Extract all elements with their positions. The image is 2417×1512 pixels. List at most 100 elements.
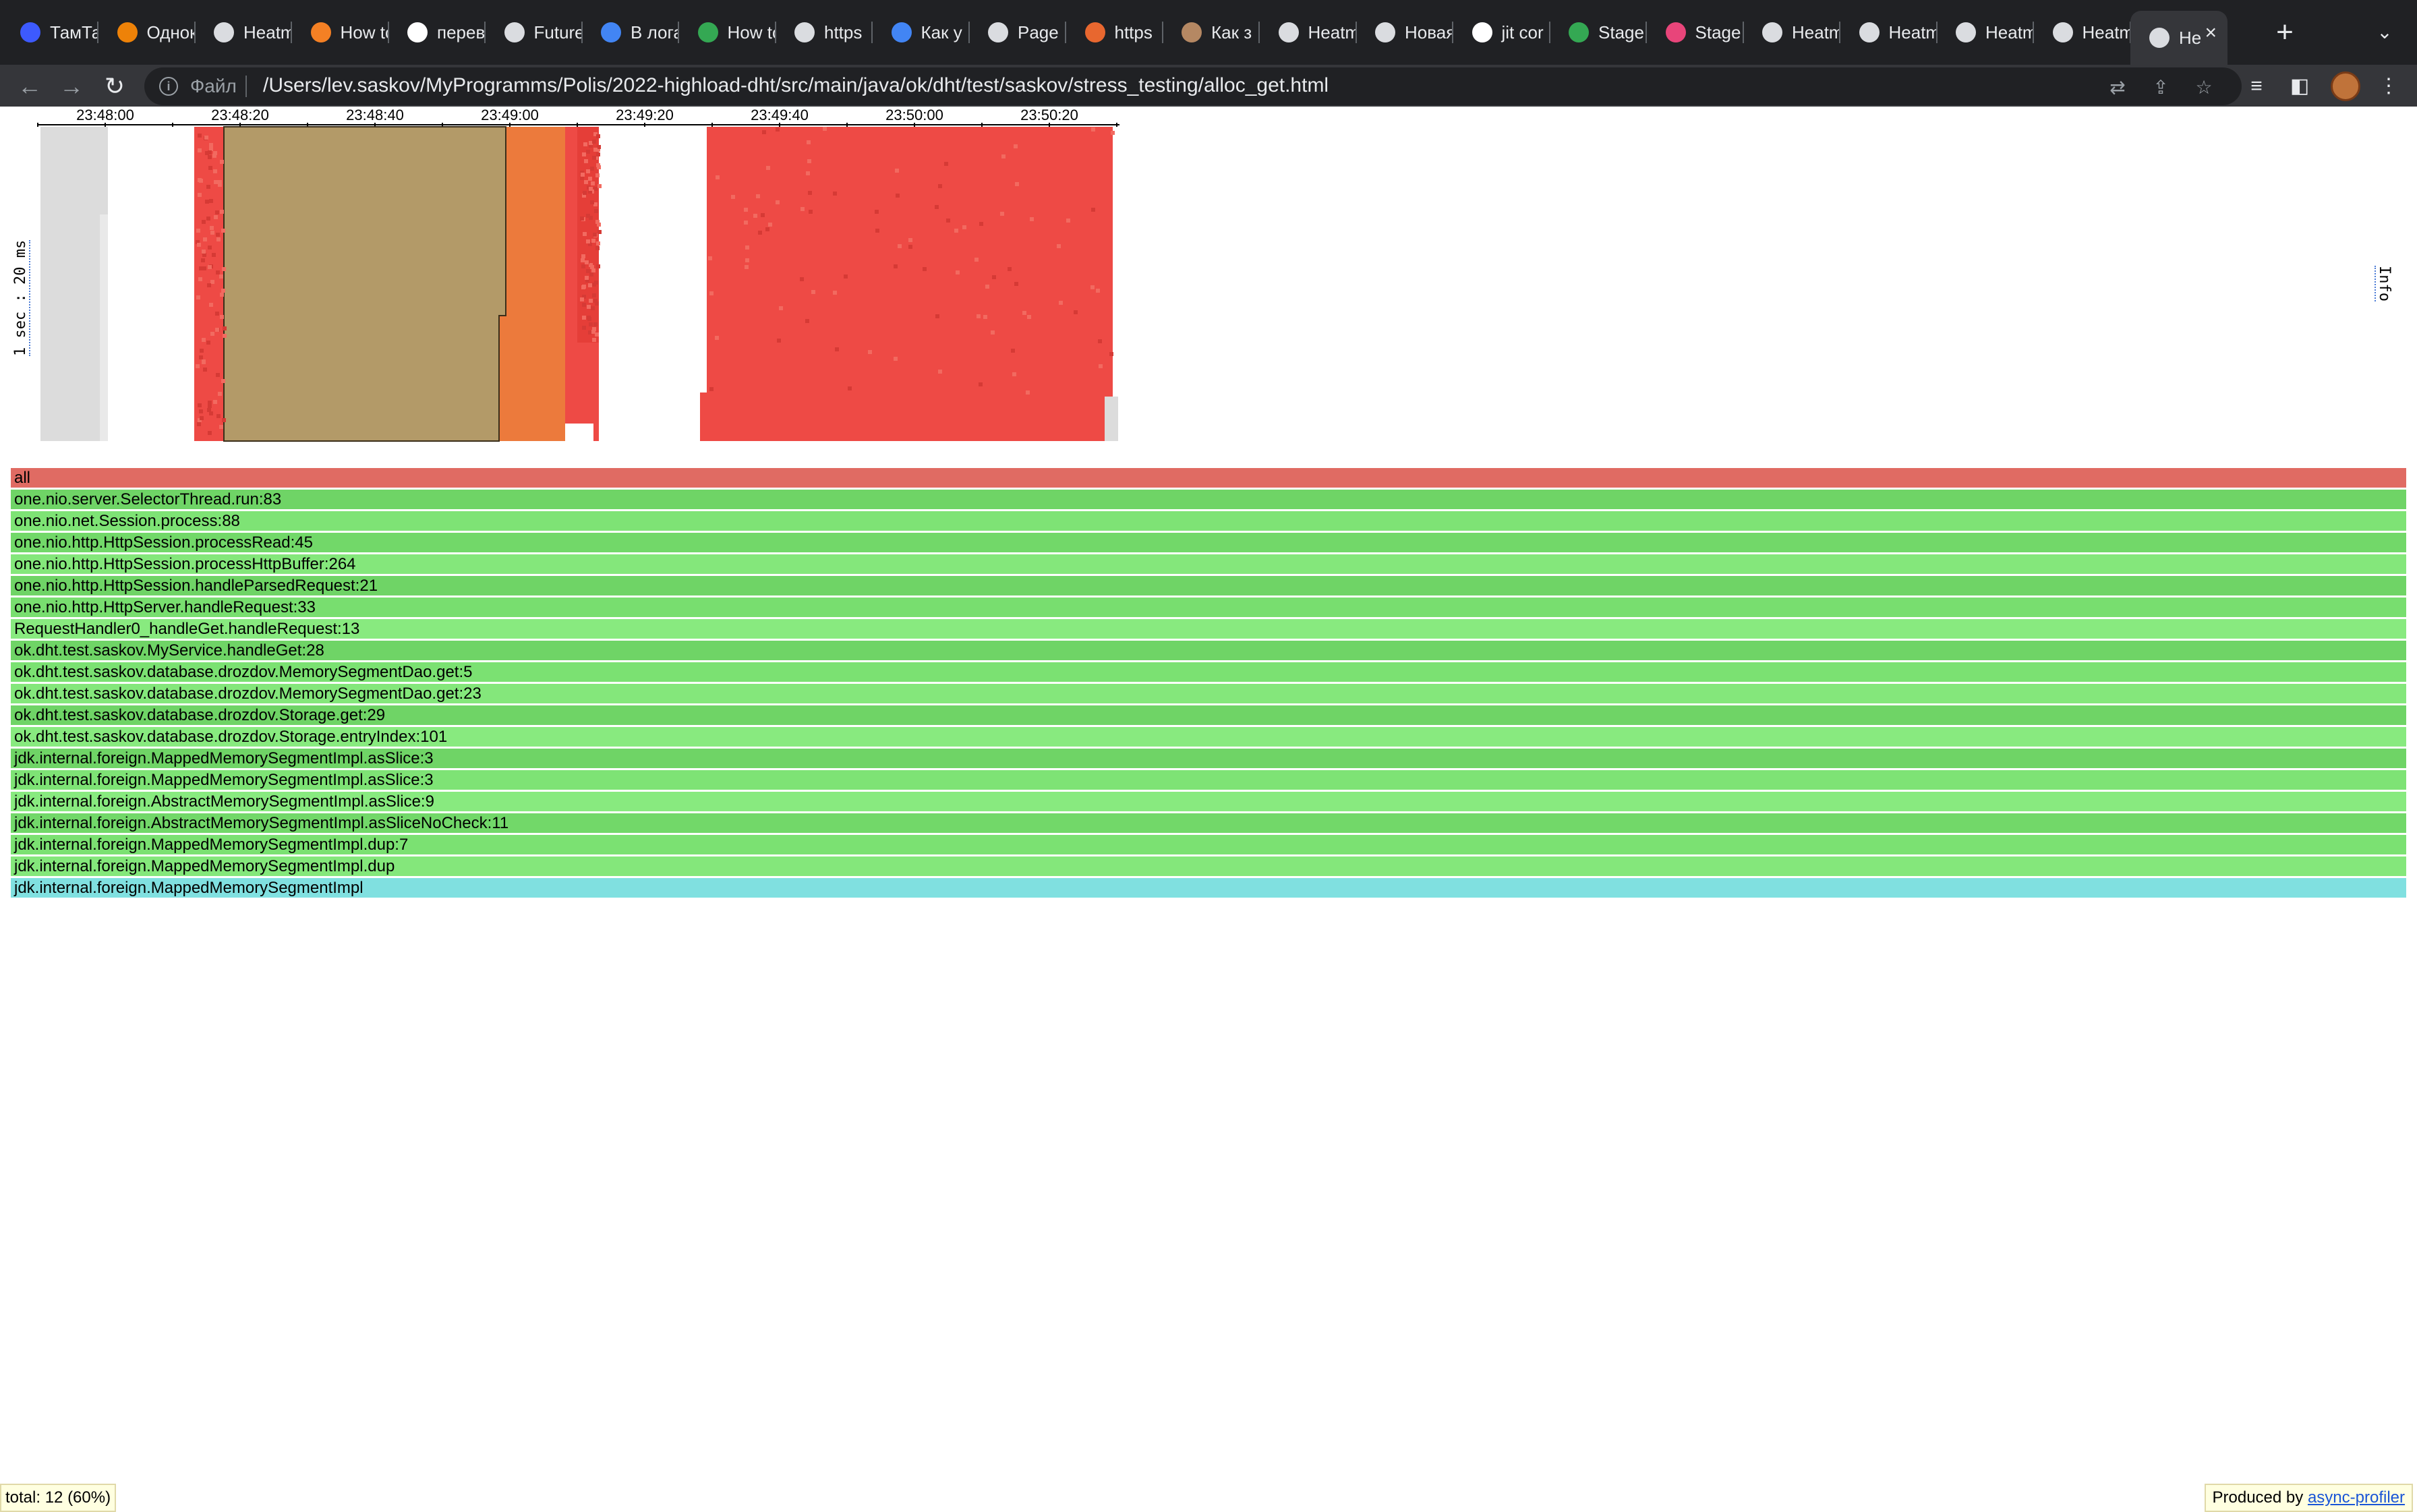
heatmap-cell — [201, 258, 205, 262]
heatmap-cell — [808, 191, 812, 195]
tab-21[interactable]: Heatmap — [2034, 11, 2131, 54]
heatmap-cell — [908, 238, 912, 242]
flame-frame[interactable]: jdk.internal.foreign.AbstractMemorySegme… — [11, 792, 2406, 811]
flame-frame[interactable]: jdk.internal.foreign.AbstractMemorySegme… — [11, 813, 2406, 833]
heatmap-cell — [202, 338, 206, 342]
reading-list-icon[interactable]: ≡ — [2243, 73, 2270, 100]
flame-frame[interactable]: one.nio.server.SelectorThread.run:83 — [11, 490, 2406, 509]
tab-19[interactable]: Heatmap — [1840, 11, 1938, 54]
time-tick-label: 23:48:20 — [211, 107, 269, 123]
heatmap-cell — [592, 283, 596, 287]
flame-frame[interactable]: jdk.internal.foreign.MappedMemorySegment… — [11, 749, 2406, 768]
info-toggle[interactable]: Info — [2374, 266, 2394, 333]
heatmap-cell — [209, 303, 213, 307]
tab-8[interactable]: https — [776, 11, 873, 54]
share-icon[interactable]: ⇪ — [2149, 76, 2173, 100]
heatmap-cell — [221, 379, 225, 383]
tab-7[interactable]: How to — [679, 11, 776, 54]
tab-title: Heatmap — [1308, 22, 1357, 42]
tab-15[interactable]: jit cor — [1453, 11, 1550, 54]
bookmark-star-icon[interactable]: ☆ — [2192, 76, 2216, 100]
flame-frame[interactable]: ok.dht.test.saskov.database.drozdov.Memo… — [11, 662, 2406, 682]
heatmap-cell — [208, 166, 212, 170]
tab-12[interactable]: Как з — [1163, 11, 1260, 54]
odnoklassniki-icon — [117, 22, 138, 42]
translate-icon[interactable]: ⇄ — [2105, 76, 2130, 100]
tab-11[interactable]: https — [1066, 11, 1163, 54]
info-label-text[interactable]: Info — [2375, 266, 2393, 301]
heatmap-cell — [210, 231, 214, 235]
back-icon[interactable]: ← — [12, 69, 47, 104]
avatar-icon — [1182, 22, 1202, 42]
flame-frame[interactable]: one.nio.http.HttpSession.processHttpBuff… — [11, 554, 2406, 574]
tab-6[interactable]: В логах — [582, 11, 679, 54]
reload-icon[interactable]: ↻ — [97, 69, 132, 104]
address-bar[interactable]: i Файл /Users/lev.saskov/MyProgramms/Pol… — [144, 67, 2242, 105]
new-tab-button[interactable]: + — [2269, 16, 2301, 49]
tab-10[interactable]: Page — [969, 11, 1066, 54]
tab-3[interactable]: How to — [292, 11, 389, 54]
heatmap-selection[interactable] — [223, 126, 506, 442]
flame-frame[interactable]: one.nio.net.Session.process:88 — [11, 511, 2406, 531]
profile-avatar[interactable] — [2331, 71, 2360, 101]
heatmap-cell — [213, 169, 217, 173]
heatmap-cell — [206, 185, 210, 189]
tab-20[interactable]: Heatmap — [1937, 11, 2034, 54]
flame-frame[interactable]: one.nio.http.HttpSession.processRead:45 — [11, 533, 2406, 552]
heatmap-cell — [709, 291, 714, 295]
tab-22[interactable]: Не × — [2130, 11, 2227, 65]
heatmap-cell — [745, 245, 749, 250]
tab-0[interactable]: ТамТам — [1, 11, 98, 54]
side-panel-icon[interactable]: ◧ — [2286, 73, 2313, 100]
tab-5[interactable]: Future — [486, 11, 583, 54]
time-tick-label: 23:50:00 — [885, 107, 943, 123]
heatmap-cell — [977, 314, 981, 318]
heatmap-cell — [715, 336, 719, 340]
tab-search-icon[interactable]: ⌄ — [2371, 19, 2398, 46]
tab-close-icon[interactable]: × — [2205, 22, 2217, 45]
tab-18[interactable]: Heatmap — [1743, 11, 1840, 54]
heatmap-cell — [1012, 372, 1016, 376]
tab-title: Heatmap — [2082, 22, 2131, 42]
heatmap-cell — [198, 193, 202, 197]
url-text[interactable]: /Users/lev.saskov/MyProgramms/Polis/2022… — [263, 74, 1329, 97]
heatmap[interactable]: 23:48:00 23:48:20 23:48:40 23:49:00 23:49:20… — [0, 107, 1146, 471]
heatmap-cell — [212, 154, 216, 158]
tab-14[interactable]: Новая — [1356, 11, 1453, 54]
heatmap-cell — [216, 270, 220, 274]
info-icon[interactable]: i — [159, 77, 178, 96]
tab-9[interactable]: Как у — [873, 11, 970, 54]
flame-frame[interactable]: jdk.internal.foreign.MappedMemorySegment… — [11, 835, 2406, 854]
heatmap-cell — [197, 422, 201, 426]
heatmap-cell — [580, 216, 584, 221]
flame-frame[interactable]: ok.dht.test.saskov.database.drozdov.Stor… — [11, 727, 2406, 747]
flame-frame[interactable]: ok.dht.test.saskov.database.drozdov.Stor… — [11, 705, 2406, 725]
flame-frame[interactable]: jdk.internal.foreign.MappedMemorySegment… — [11, 770, 2406, 790]
tab-17[interactable]: Stage — [1647, 11, 1744, 54]
flame-frame[interactable]: jdk.internal.foreign.MappedMemorySegment… — [11, 856, 2406, 876]
tab-strip: + ⌄ ТамТам Одноклассники Heatmap How to пере… — [0, 0, 2417, 65]
async-profiler-link[interactable]: async-profiler — [2308, 1488, 2405, 1507]
time-axis-ticks: 23:48:00 23:48:20 23:48:40 23:49:00 23:49:20… — [37, 107, 1117, 127]
heatmap-cell — [202, 359, 206, 364]
heatmap-cell — [875, 210, 879, 214]
flame-frame[interactable]: RequestHandler0_handleGet.handleRequest:… — [11, 619, 2406, 639]
heatmap-cell — [582, 316, 586, 320]
flame-frame[interactable]: ok.dht.test.saskov.database.drozdov.Memo… — [11, 684, 2406, 703]
tab-2[interactable]: Heatmap — [195, 11, 292, 54]
flame-frame[interactable]: one.nio.http.HttpSession.handleParsedReq… — [11, 576, 2406, 595]
tab-1[interactable]: Одноклассники — [98, 11, 196, 54]
heatmap-cell — [219, 425, 223, 429]
flame-frame[interactable]: ok.dht.test.saskov.MyService.handleGet:2… — [11, 641, 2406, 660]
heatmap-cell — [811, 290, 815, 294]
flame-frame[interactable]: jdk.internal.foreign.MappedMemorySegment… — [11, 878, 2406, 898]
tab-13[interactable]: Heatmap — [1260, 11, 1357, 54]
tab-4[interactable]: перевод — [388, 11, 486, 54]
heatmap-cell — [954, 229, 958, 233]
flame-frame[interactable]: all — [11, 468, 2406, 488]
heatmap-cell — [753, 214, 757, 218]
tab-16[interactable]: Stage — [1550, 11, 1647, 54]
flame-frame[interactable]: one.nio.http.HttpServer.handleRequest:33 — [11, 598, 2406, 617]
menu-kebab-icon[interactable]: ⋮ — [2375, 73, 2402, 100]
forward-icon[interactable]: → — [54, 69, 89, 104]
